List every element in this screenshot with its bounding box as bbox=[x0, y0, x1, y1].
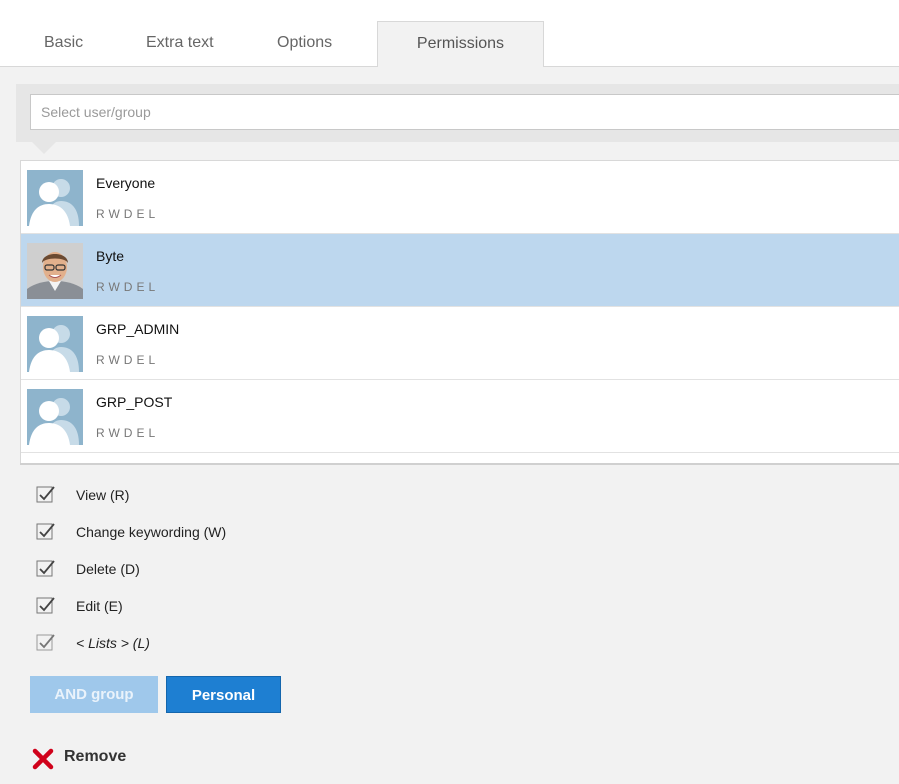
checkbox-label: < Lists > (L) bbox=[76, 635, 150, 651]
tab-permissions[interactable]: Permissions bbox=[377, 21, 544, 67]
principal-name: Byte bbox=[96, 248, 125, 264]
checkbox-checked-icon bbox=[36, 523, 55, 540]
top-strip bbox=[0, 0, 899, 8]
checkbox-label: Delete (D) bbox=[76, 561, 140, 577]
tab-extra-text[interactable]: Extra text bbox=[146, 34, 214, 52]
close-x-icon bbox=[32, 748, 54, 770]
principal-row-grp-post[interactable]: GRP_POST RWDEL bbox=[21, 380, 899, 453]
group-avatar-icon bbox=[27, 170, 83, 226]
personal-button[interactable]: Personal bbox=[166, 676, 281, 713]
group-avatar-icon bbox=[27, 316, 83, 372]
user-photo-avatar bbox=[27, 243, 83, 299]
principal-name: GRP_POST bbox=[96, 394, 173, 410]
list-divider bbox=[20, 463, 899, 465]
checkbox-label: View (R) bbox=[76, 487, 130, 503]
principal-row-byte[interactable]: Byte RWDEL bbox=[21, 234, 899, 307]
principal-perms: RWDEL bbox=[96, 353, 160, 367]
tab-basic[interactable]: Basic bbox=[44, 34, 83, 52]
checkbox-checked-icon bbox=[36, 597, 55, 614]
principal-perms: RWDEL bbox=[96, 426, 160, 440]
checkbox-checked-icon bbox=[36, 560, 55, 577]
checkbox-label: Edit (E) bbox=[76, 598, 123, 614]
principal-name: Everyone bbox=[96, 175, 156, 191]
checkbox-checked-icon bbox=[36, 486, 55, 503]
search-panel bbox=[16, 84, 899, 142]
principal-row-everyone[interactable]: Everyone RWDEL bbox=[21, 161, 899, 234]
principal-perms: RWDEL bbox=[96, 280, 160, 294]
tab-bar: Basic Extra text Options Permissions bbox=[0, 8, 899, 67]
dropdown-pointer bbox=[32, 142, 56, 154]
principal-list[interactable]: Everyone RWDEL Byte RWDEL GRP_ADMIN RWDE… bbox=[20, 160, 899, 464]
principal-name: GRP_ADMIN bbox=[96, 321, 180, 337]
remove-label: Remove bbox=[64, 748, 127, 765]
group-avatar-icon bbox=[27, 389, 83, 445]
and-group-button[interactable]: AND group bbox=[30, 676, 158, 713]
checkbox-label: Change keywording (W) bbox=[76, 524, 227, 540]
checkbox-checked-icon bbox=[36, 634, 55, 651]
principal-row-grp-admin[interactable]: GRP_ADMIN RWDEL bbox=[21, 307, 899, 380]
principal-perms: RWDEL bbox=[96, 207, 160, 221]
user-group-search-input[interactable] bbox=[30, 94, 899, 130]
tab-options[interactable]: Options bbox=[277, 34, 332, 52]
